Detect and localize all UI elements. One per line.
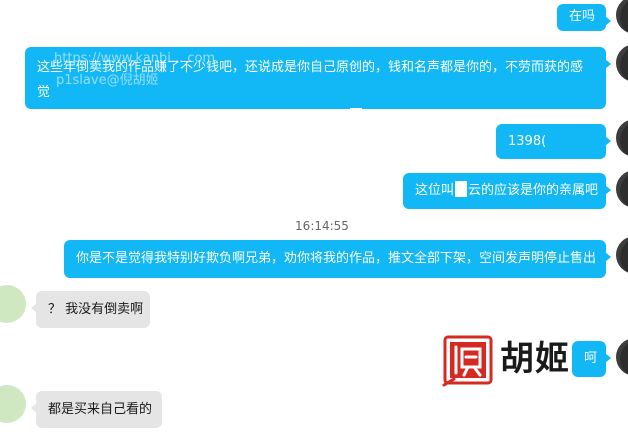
message-text: 云的应该是你的亲属吧 [468,183,599,198]
message-bubble-self: 在吗 [557,4,611,31]
message-text-line: 如何呀，七宽先生或者说是m，对了，你的名字应该叫 [37,110,349,125]
message-text: 在吗 [569,9,596,24]
self-avatar[interactable] [616,44,628,82]
watermark-logo-icon [442,335,493,387]
redaction-mark [455,181,468,197]
chat-window: 在吗 这些年倒卖我的作品赚了不少钱吧，还说成是你自己原创的，钱和名声都是你的，不… [0,0,628,440]
self-avatar[interactable] [616,119,628,157]
watermark-brand-name: 胡姬 [500,339,570,379]
message-text-line: 这些年倒卖我的作品赚了不少钱吧，还说成是你自己原创的，钱和名声都是你的，不劳而获… [37,60,584,100]
message-text: 这位叫 [415,183,455,198]
message-text: ？ 我没有倒卖啊 [48,302,144,317]
message-text: 呵 [584,351,598,366]
message-text: 都是买来自己看的 [48,402,153,417]
message-bubble-self: 呵 [572,341,611,377]
message-bubble-self: 你是不是觉得我特别好欺负啊兄弟，劝你将我的作品，推文全部下架，空间发声明停止售出 [64,240,611,278]
message-bubble-self: 这位叫 云的应该是你的亲属吧 [403,173,611,209]
message-timestamp: 16:14:55 [295,219,349,233]
contact-avatar[interactable] [0,285,26,323]
message-text-line: 南吧 [362,110,389,125]
redaction-mark [349,108,362,124]
message-bubble-other: ？ 我没有倒卖啊 [31,291,150,328]
message-bubble-self: 这些年倒卖我的作品赚了不少钱吧，还说成是你自己原创的，钱和名声都是你的，不劳而获… [25,47,611,125]
message-bubble-other: 都是买来自己看的 [31,391,162,428]
self-avatar[interactable] [616,236,628,274]
self-avatar[interactable] [616,170,628,208]
message-text: 1398( [508,134,547,149]
self-avatar[interactable] [616,0,628,34]
contact-avatar[interactable] [0,385,26,423]
self-avatar[interactable] [616,338,628,376]
message-text: 你是不是觉得我特别好欺负啊兄弟，劝你将我的作品，推文全部下架，空间发声明停止售出 [76,251,597,266]
message-bubble-self: 1398( [496,124,611,159]
